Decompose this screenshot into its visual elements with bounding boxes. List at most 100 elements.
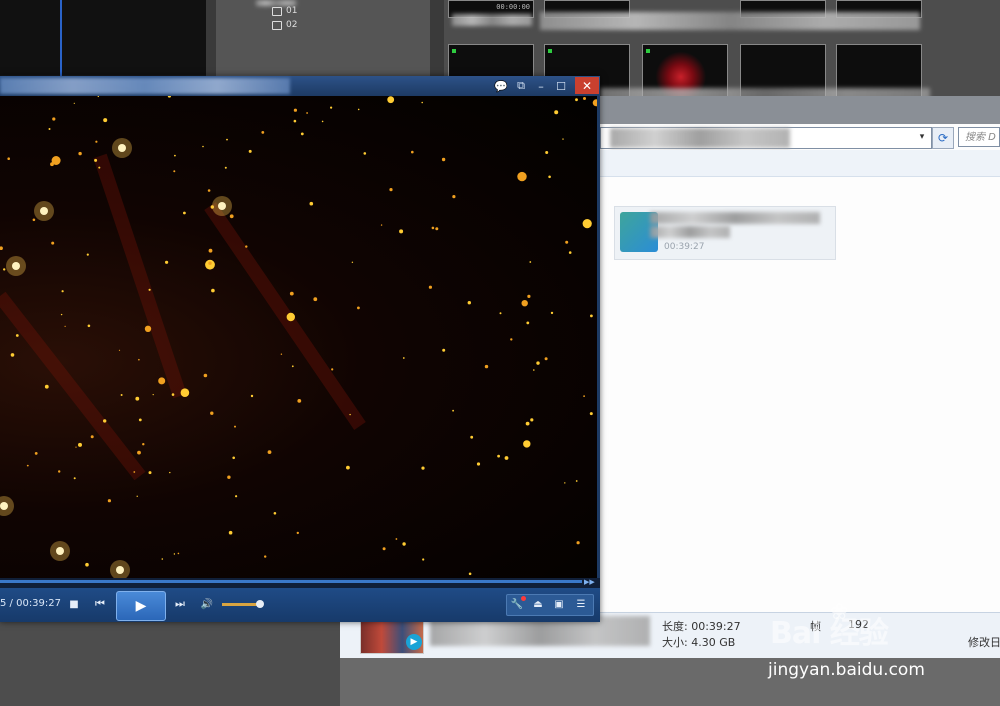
chat-icon[interactable]: 💬 — [492, 79, 510, 93]
star-particle — [280, 353, 283, 355]
light-streak — [93, 153, 187, 399]
star-particle — [58, 470, 61, 473]
star-particle — [161, 558, 164, 560]
star-particle — [158, 377, 166, 385]
star-particle — [142, 443, 145, 446]
star-particle — [78, 151, 82, 156]
video-frame[interactable] — [0, 96, 597, 578]
restore-icon[interactable]: ⧉ — [512, 79, 530, 93]
star-particle — [452, 409, 454, 412]
star-particle — [85, 562, 89, 567]
star-particle — [245, 245, 248, 248]
star-particle — [306, 112, 308, 114]
maximize-button[interactable]: ☐ — [552, 79, 570, 93]
star-particle — [583, 97, 586, 100]
star-particle — [73, 102, 75, 104]
star-particle — [467, 301, 471, 305]
stop-button[interactable]: ■ — [66, 596, 82, 612]
star-particle — [64, 325, 66, 327]
star-particle — [48, 128, 51, 130]
star-particle — [87, 324, 91, 328]
blurred-media-label — [452, 14, 532, 26]
star-particle — [203, 373, 208, 378]
star-particle — [248, 149, 252, 153]
explorer-toolbar — [596, 150, 1000, 177]
star-particle — [60, 313, 63, 316]
star-particle — [422, 558, 425, 561]
star-particle — [357, 306, 360, 310]
playlist-icon[interactable]: ☰ — [572, 597, 590, 611]
star-particle — [545, 151, 549, 154]
star-particle — [313, 297, 318, 302]
blurred-filename — [650, 212, 820, 224]
star-particle — [431, 226, 435, 230]
star-particle — [530, 418, 534, 422]
star-particle — [289, 291, 294, 296]
star-particle — [411, 150, 414, 154]
next-button[interactable]: ⏭ — [172, 596, 188, 612]
star-particle — [497, 454, 500, 458]
light-streak — [204, 202, 366, 430]
screen-icon[interactable]: ▣ — [550, 597, 568, 611]
star-particle — [264, 555, 267, 558]
folder-icon — [272, 20, 282, 30]
star-particle — [207, 189, 211, 192]
search-input[interactable]: 搜索 D — [958, 127, 1000, 147]
volume-icon[interactable]: 🔊 — [198, 596, 216, 612]
volume-knob[interactable] — [256, 600, 264, 608]
status-dot — [452, 49, 456, 53]
seek-track[interactable] — [0, 580, 582, 583]
star-particle — [177, 552, 180, 555]
star-particle — [169, 471, 171, 474]
star-particle — [137, 450, 141, 455]
fast-forward-icon[interactable]: ▶▶ — [584, 578, 598, 586]
star-particle — [576, 541, 580, 545]
volume-slider[interactable] — [222, 603, 260, 606]
tree-item-02[interactable]: 02 — [272, 20, 297, 30]
tree-item-01[interactable]: 01 — [272, 6, 297, 16]
tree-item-label: 01 — [286, 6, 298, 16]
minimize-button[interactable]: – — [532, 79, 550, 93]
star-particle — [73, 477, 76, 480]
star-particle — [554, 110, 559, 115]
close-button[interactable]: ✕ — [575, 77, 599, 94]
media-time-label: 00:00:00 — [496, 3, 530, 11]
star-particle — [380, 224, 383, 226]
star-particle — [133, 471, 136, 473]
star-particle — [523, 440, 531, 448]
star-particle — [26, 464, 29, 467]
light-streak — [0, 291, 146, 481]
star-particle — [94, 158, 98, 162]
star-particle — [293, 119, 297, 123]
star-particle — [300, 132, 304, 136]
star-particle — [120, 394, 123, 396]
folder-icon — [272, 6, 282, 16]
star-particle — [582, 219, 592, 229]
star-particle — [291, 365, 294, 368]
star-particle — [75, 446, 77, 448]
star-particle — [208, 248, 213, 253]
star-particle — [144, 325, 152, 332]
star-particle — [568, 251, 572, 254]
star-particle — [293, 108, 297, 112]
play-button[interactable]: ▶ — [116, 591, 166, 621]
star-particle — [452, 195, 456, 199]
star-particle — [583, 395, 585, 397]
star-particle — [589, 412, 593, 416]
eject-icon[interactable]: ⏏ — [529, 597, 547, 611]
media-player-icon: ▶ — [406, 634, 422, 650]
explorer-titlebar — [596, 96, 1000, 124]
refresh-icon[interactable]: ⟳ — [932, 127, 954, 149]
star-particle — [296, 531, 299, 535]
star-particle — [210, 411, 214, 415]
star-particle — [441, 157, 446, 162]
star-particle — [592, 99, 597, 107]
previous-button[interactable]: ⏮ — [92, 596, 108, 612]
star-particle — [309, 201, 314, 206]
star-particle — [382, 547, 386, 551]
star-particle — [202, 145, 204, 148]
star-particle — [86, 253, 89, 256]
star-particle — [51, 156, 61, 165]
star-particle — [173, 170, 176, 173]
chevron-down-icon[interactable]: ▾ — [916, 129, 928, 145]
